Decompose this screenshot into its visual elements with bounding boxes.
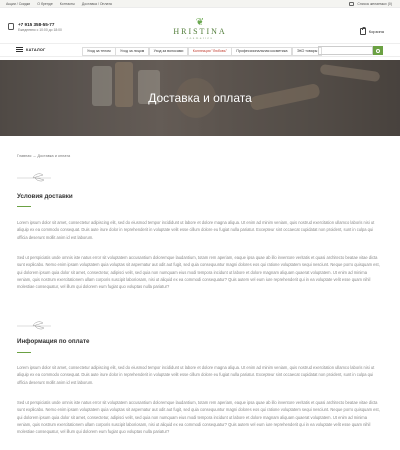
search-icon <box>376 48 380 53</box>
section-paragraph: Lorem ipsum dolor sit amet, consectetur … <box>17 220 375 240</box>
wishlist-link[interactable]: Список желаемых (0) <box>349 1 392 7</box>
site-header: +7 915 358-55-77 Ежедневно с 10:00 до 18… <box>0 8 400 40</box>
search-input[interactable] <box>318 46 373 55</box>
top-link-promo[interactable]: Акции / Скидки <box>6 1 30 7</box>
breadcrumb[interactable]: Главная → Доставка и оплата <box>17 154 70 158</box>
shopping-bag-icon <box>359 26 367 35</box>
section-title: Информация по оплате <box>17 338 90 345</box>
section-paragraph: Sed ut perspiciatis unde omnis iste natu… <box>17 400 380 435</box>
cart-label: Корзина <box>368 29 384 34</box>
search-button[interactable] <box>373 46 383 55</box>
leaf-decoration-icon <box>17 173 51 182</box>
leaf-decoration-icon <box>17 321 51 330</box>
page-title: Доставка и оплата <box>148 91 252 105</box>
top-link-contacts[interactable]: Контакты <box>60 1 75 7</box>
cart-button[interactable]: Корзина <box>359 26 384 35</box>
section-title: Условия доставки <box>17 193 73 200</box>
heart-icon <box>349 2 355 6</box>
section-underline <box>17 352 31 353</box>
section-paragraph: Sed ut perspiciatis unde omnis iste natu… <box>17 255 380 290</box>
menu-item-love-collection[interactable]: Коллекция "Любовь" <box>187 47 232 56</box>
logo[interactable]: ❦ HRISTINA cosmetics <box>168 17 232 41</box>
logo-subtitle: cosmetics <box>186 36 214 40</box>
top-link-brand[interactable]: О бренде <box>37 1 53 7</box>
menu-item-face[interactable]: Уход за лицом <box>115 47 150 56</box>
wishlist-label: Список желаемых (0) <box>357 2 392 6</box>
leaf-icon: ❦ <box>195 17 205 28</box>
section-paragraph: Lorem ipsum dolor sit amet, consectetur … <box>17 365 375 385</box>
menu-item-professional[interactable]: Профессиональная косметика <box>231 47 293 56</box>
catalog-label: КАТАЛОГ <box>26 47 46 52</box>
category-menu: Уход за телом Уход за лицом Уход за воло… <box>82 47 323 56</box>
logo-name: HRISTINA <box>173 27 227 36</box>
main-nav: КАТАЛОГ Уход за телом Уход за лицом Уход… <box>0 43 400 57</box>
hero-banner: Доставка и оплата <box>0 60 400 136</box>
menu-icon <box>16 47 23 52</box>
contact-block: +7 915 358-55-77 Ежедневно с 10:00 до 18… <box>8 22 62 33</box>
top-link-delivery[interactable]: Доставка / Оплата <box>82 1 112 7</box>
catalog-button[interactable]: КАТАЛОГ <box>16 47 46 52</box>
top-bar: Акции / Скидки О бренде Контакты Доставк… <box>0 0 400 8</box>
working-hours: Ежедневно с 10:00 до 18:00 <box>18 28 62 32</box>
top-nav: Акции / Скидки О бренде Контакты Доставк… <box>6 1 112 7</box>
phone-icon <box>8 23 14 30</box>
menu-item-body[interactable]: Уход за телом <box>82 47 116 56</box>
menu-item-hair[interactable]: Уход за волосами <box>148 47 189 56</box>
section-underline <box>17 206 31 207</box>
